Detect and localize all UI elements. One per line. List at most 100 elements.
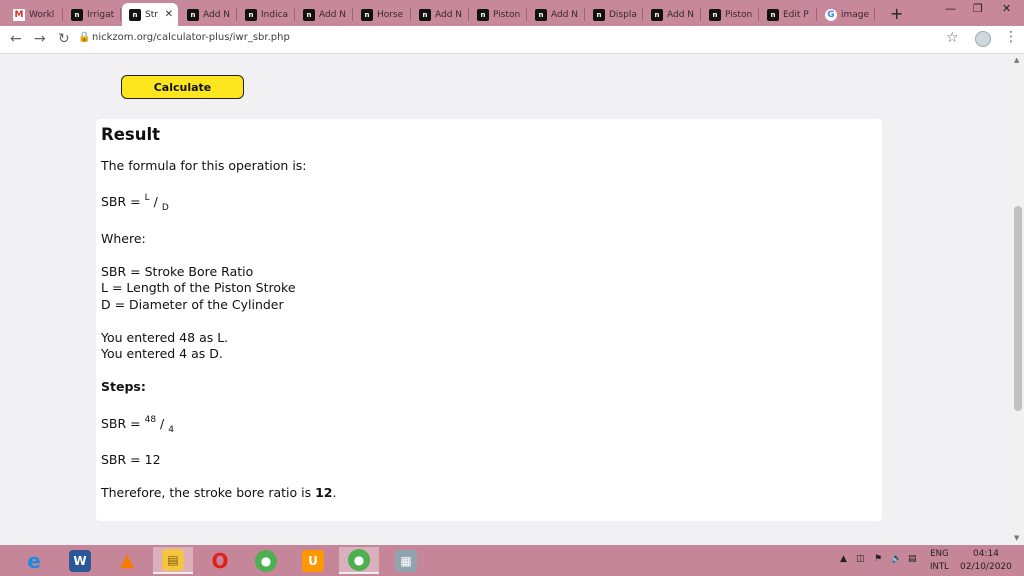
tab-label: Add N [319,9,347,20]
network-tray-icon[interactable]: ◫ [856,554,865,564]
formula-denominator: D [161,203,169,213]
taskbar-word[interactable]: W [60,547,100,574]
tab-label: Displa [609,9,637,20]
system-clock[interactable]: 04:14 02/10/2020 [960,548,1012,574]
browser-tab[interactable]: n Irrigat [64,3,121,26]
nickzom-icon: n [709,8,721,21]
address-bar[interactable]: nickzom.org/calculator-plus/iwr_sbr.php [92,32,290,43]
taskbar-uc-browser[interactable]: U [293,547,333,574]
menu-kebab-icon[interactable]: ⋮ [1004,29,1018,45]
browser-tab[interactable]: n Displa [586,3,643,26]
browser-tab[interactable]: n Piston [702,3,759,26]
chrome-icon: ● [255,549,277,572]
taskbar-vlc[interactable]: ▲ [107,547,147,574]
browser-tab[interactable]: M Workl [6,3,63,26]
tab-separator [120,8,121,21]
browser-tab[interactable]: n Add N [528,3,585,26]
tab-label: Add N [435,9,463,20]
step-lhs: SBR = [101,416,145,431]
tab-close-icon[interactable]: ✕ [165,9,173,20]
tab-separator [468,8,469,21]
tab-separator [816,8,817,21]
formula-line: SBR = L / D [101,193,169,213]
tab-separator [62,8,63,21]
restore-icon[interactable]: ❐ [973,2,983,15]
tab-separator [700,8,701,21]
vlc-icon: ▲ [120,550,134,571]
browser-tab[interactable]: n Indica [238,3,295,26]
scrollbar-thumb[interactable] [1014,206,1022,411]
taskbar-chrome-active[interactable]: ● [339,547,379,574]
step-numerator: 48 [144,415,157,425]
internet-explorer-icon: e [27,548,41,573]
taskbar: e W ▲ ▤ O ● U ● ▦ ▲ ◫ ⚑ 🔈 ▤ ENG INTL 04:… [0,545,1024,576]
tray-chevron-icon[interactable]: ▲ [840,554,847,564]
nickzom-icon: n [303,8,315,21]
browser-tab[interactable]: n Horse [354,3,411,26]
gmail-icon: M [13,8,25,21]
profile-avatar[interactable] [975,31,991,47]
back-icon[interactable]: ← [10,31,22,47]
uc-browser-icon: U [302,549,324,572]
calculate-button[interactable]: Calculate [121,75,244,99]
reload-icon[interactable]: ↻ [58,31,70,47]
taskbar-calculator[interactable]: ▦ [386,547,426,574]
tab-separator [294,8,295,21]
forward-icon[interactable]: → [34,31,46,47]
result-card: Result The formula for this operation is… [96,119,882,521]
browser-toolbar: ← → ↻ 🔒 nickzom.org/calculator-plus/iwr_… [0,26,1024,54]
flag-tray-icon[interactable]: ⚑ [874,554,882,564]
conclusion-value: 12 [315,485,333,500]
browser-tab[interactable]: n Edit P [760,3,817,26]
google-icon: G [825,8,837,21]
volume-tray-icon[interactable]: 🔈 [891,554,902,564]
step-line: SBR = 48 / 4 [101,415,174,435]
browser-tab[interactable]: n Add N [296,3,353,26]
keyboard-layout: INTL [930,562,949,572]
browser-tab[interactable]: n Piston [470,3,527,26]
taskbar-chrome[interactable]: ● [246,547,286,574]
bookmark-star-icon[interactable]: ☆ [946,30,959,46]
signal-tray-icon[interactable]: ▤ [908,554,917,564]
formula-numerator: L [144,193,150,203]
taskbar-explorer[interactable]: ▤ [153,547,193,574]
browser-tab[interactable]: n Add N [412,3,469,26]
taskbar-opera[interactable]: O [200,547,240,574]
definition-l: L = Length of the Piston Stroke [101,280,296,295]
where-label: Where: [101,231,146,246]
tab-separator [352,8,353,21]
clock-date: 02/10/2020 [960,562,1012,572]
browser-tab[interactable]: n Add N [644,3,701,26]
minimize-icon[interactable]: — [945,2,956,15]
new-tab-button[interactable]: + [890,4,903,23]
lock-icon[interactable]: 🔒 [78,32,90,43]
tab-separator [526,8,527,21]
language-indicator[interactable]: ENG INTL [930,548,949,574]
browser-tab[interactable]: n Add N [180,3,237,26]
scroll-down-icon[interactable]: ▼ [1014,534,1019,542]
tab-label: Irrigat [87,9,115,20]
tab-label: Indica [261,9,289,20]
chrome-icon: ● [348,548,370,571]
language-code: ENG [930,549,949,559]
definition-sbr: SBR = Stroke Bore Ratio [101,264,254,279]
nickzom-icon: n [651,8,663,21]
browser-tab[interactable]: Gimage [818,3,875,26]
tab-separator [642,8,643,21]
tab-label: Piston [493,9,521,20]
opera-icon: O [211,548,229,573]
entered-d: You entered 4 as D. [101,346,223,361]
nickzom-icon: n [129,8,141,21]
step-result: SBR = 12 [101,452,161,467]
browser-tab[interactable]: n Str ✕ [122,3,178,26]
tab-separator [236,8,237,21]
formula-slash: / [149,194,162,209]
close-window-icon[interactable]: ✕ [1002,2,1011,15]
scroll-up-icon[interactable]: ▲ [1014,56,1019,64]
tab-label: Piston [725,9,753,20]
result-title: Result [101,125,161,144]
calculator-icon: ▦ [395,549,417,572]
conclusion-suffix: . [332,485,337,500]
nickzom-icon: n [535,8,547,21]
taskbar-ie[interactable]: e [14,547,54,574]
